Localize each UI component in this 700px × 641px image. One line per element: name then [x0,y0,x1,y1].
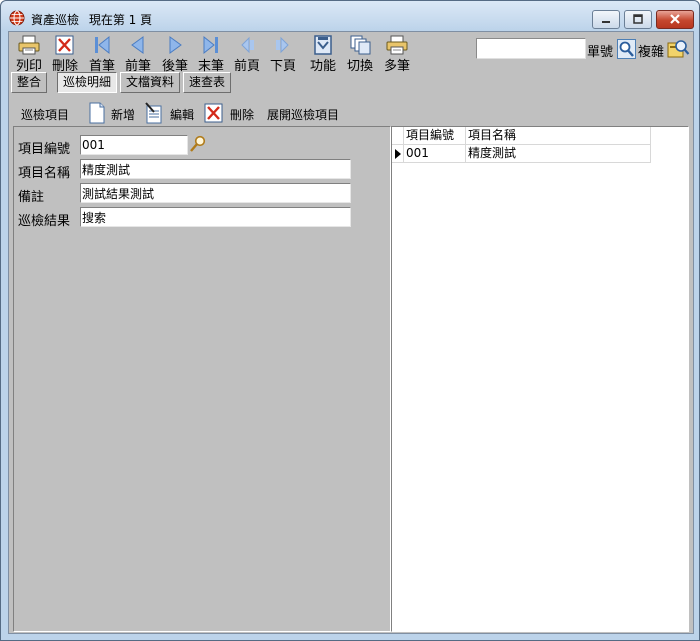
header-indicator-cell [392,127,404,145]
next-page-icon [276,36,289,54]
maximize-button[interactable] [624,10,652,29]
column-header-item-no[interactable]: 項目編號 [404,127,466,145]
tab-documents[interactable]: 文檔資料 [120,72,181,93]
window-title-text: 資產巡檢 [31,13,80,27]
search-icon [619,41,634,57]
current-row-indicator [392,145,404,163]
tab-integration[interactable]: 整合 [11,72,48,93]
order-number-label: 單號 [587,45,614,60]
remark-field[interactable] [80,183,351,203]
page-status: 現在第 1 頁 [88,13,153,27]
next-record-icon [169,36,182,54]
lookup-magnifier-icon[interactable] [189,135,207,153]
next-page-button[interactable]: 下頁 [265,32,301,74]
order-number-search-input[interactable] [476,38,586,59]
item-name-label: 項目名稱 [18,166,71,181]
remark-label: 備註 [18,190,45,205]
edit-button[interactable]: 編輯 [170,106,194,123]
title-bar: 資產巡檢 現在第 1 頁 [1,1,699,31]
function-icon [314,35,332,55]
last-record-icon [203,35,218,55]
complex-search-label[interactable]: 複雜 [638,41,664,60]
expand-inspection-items-button[interactable]: 展開巡檢項目 [267,106,339,123]
client-area: 列印 刪除 首筆 前筆 後筆 末筆 前頁 下頁 功能 切換 多筆 單號 複雜 整… [8,31,694,634]
close-icon [670,14,680,24]
minimize-icon [602,21,610,23]
inspection-result-field[interactable] [80,207,351,227]
column-header-item-name[interactable]: 項目名稱 [466,127,651,145]
minimize-button[interactable] [592,10,620,29]
item-form-panel: 項目編號 項目名稱 備註 巡檢結果 [13,126,391,632]
item-no-label: 項目編號 [18,142,71,157]
app-window: 資產巡檢 現在第 1 頁 列印 刪除 首筆 前筆 後筆 末筆 前頁 下頁 功能 … [0,0,700,641]
new-document-icon[interactable] [87,102,107,124]
cell-item-no[interactable]: 001 [404,145,466,163]
multi-record-icon [386,35,408,55]
printer-icon [18,35,40,55]
prev-record-icon [131,36,144,54]
first-record-icon [95,35,110,55]
maximize-icon [633,14,643,24]
delete-item-icon[interactable] [204,102,224,124]
inspection-items-label: 巡檢項目 [21,108,70,122]
inspection-result-label: 巡檢結果 [18,214,71,229]
delete-item-button[interactable]: 刪除 [230,106,254,123]
window-title: 資產巡檢 現在第 1 頁 [31,11,152,28]
delete-icon [55,35,74,55]
multi-record-label: 多筆 [383,59,410,74]
close-button[interactable] [656,10,694,29]
globe-icon [9,10,25,26]
add-button[interactable]: 新增 [111,106,135,123]
item-name-field[interactable] [80,159,351,179]
cell-item-name[interactable]: 精度測試 [466,145,651,163]
item-no-field[interactable] [80,135,188,155]
prev-page-icon [241,36,254,54]
switch-icon [350,35,371,55]
items-grid: 項目編號 項目名稱 001 精度測試 [391,126,689,632]
current-row-arrow-icon [395,149,401,159]
multi-record-button[interactable]: 多筆 [379,32,415,74]
search-button[interactable] [617,39,636,59]
tab-inspection-details[interactable]: 巡檢明細 [57,72,118,93]
edit-icon[interactable] [144,102,164,124]
tab-quick-reference[interactable]: 速查表 [183,72,232,93]
complex-search-icon[interactable] [666,38,690,60]
